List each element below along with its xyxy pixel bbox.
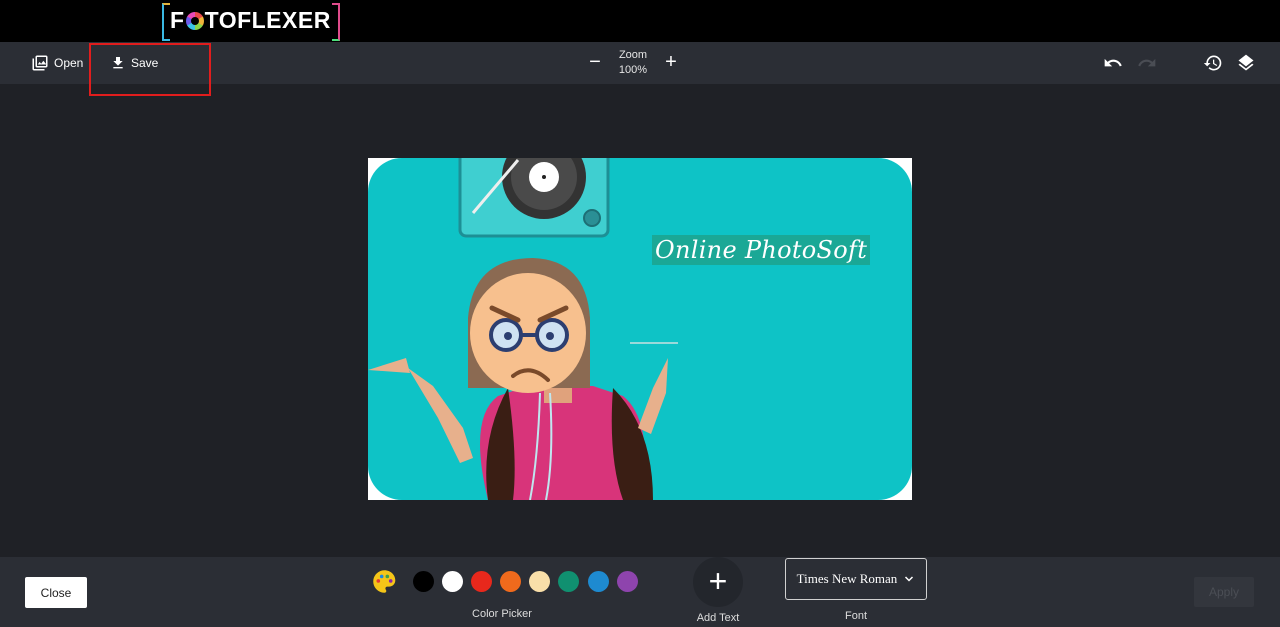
zoom-value: 100% bbox=[618, 64, 648, 76]
redo-icon[interactable] bbox=[1137, 53, 1157, 73]
logo-bracket-right bbox=[332, 3, 340, 41]
color-swatch-orange[interactable] bbox=[500, 571, 521, 592]
save-label: Save bbox=[131, 56, 159, 70]
color-swatch-black[interactable] bbox=[413, 571, 434, 592]
logo-text: F TOFLEXER bbox=[170, 7, 331, 33]
plus-icon: + bbox=[708, 563, 728, 599]
color-swatch-blue[interactable] bbox=[588, 571, 609, 592]
angry-face-sticker bbox=[468, 258, 590, 393]
close-button[interactable]: Close bbox=[25, 577, 87, 608]
download-icon bbox=[113, 57, 123, 69]
undo-icon[interactable] bbox=[1103, 53, 1123, 73]
text-tool-panel: Close Color Picker + Add Text Times New … bbox=[0, 557, 1280, 627]
top-header: F TOFLEXER bbox=[0, 0, 1280, 42]
zoom-label: Zoom bbox=[618, 49, 648, 61]
font-select-value: Times New Roman bbox=[796, 571, 898, 586]
apply-button[interactable]: Apply bbox=[1194, 577, 1254, 607]
editor-toolbar: Open Save − Zoom 100% + bbox=[0, 42, 1280, 84]
add-text-button[interactable]: + bbox=[693, 557, 743, 607]
palette-icon[interactable] bbox=[371, 568, 398, 595]
logo-bracket-left bbox=[162, 3, 170, 41]
image-icon bbox=[32, 55, 48, 71]
color-swatch-white[interactable] bbox=[442, 571, 463, 592]
font-select[interactable]: Times New Roman bbox=[785, 558, 927, 600]
color-picker-label: Color Picker bbox=[472, 608, 532, 620]
layers-icon[interactable] bbox=[1236, 53, 1256, 73]
fotoflexer-logo[interactable]: F TOFLEXER bbox=[162, 3, 340, 41]
color-swatch-purple[interactable] bbox=[617, 571, 638, 592]
zoom-readout: Zoom 100% bbox=[607, 48, 659, 78]
save-button[interactable]: Save bbox=[110, 42, 158, 84]
logo-aperture-icon bbox=[185, 12, 204, 30]
turntable-graphic bbox=[458, 158, 610, 238]
canvas-text-layer[interactable]: Online PhotoSoft bbox=[652, 235, 871, 265]
history-icon[interactable] bbox=[1203, 53, 1223, 73]
add-text-label: Add Text bbox=[696, 612, 740, 624]
open-label: Open bbox=[54, 56, 84, 70]
zoom-control: − Zoom 100% + bbox=[585, 42, 685, 84]
chevron-down-icon bbox=[905, 576, 914, 582]
color-swatch-red[interactable] bbox=[471, 571, 492, 592]
color-swatch-cream[interactable] bbox=[529, 571, 550, 592]
zoom-in-button[interactable]: + bbox=[662, 52, 680, 72]
open-button[interactable]: Open bbox=[31, 42, 83, 84]
font-label: Font bbox=[844, 610, 867, 622]
zoom-out-button[interactable]: − bbox=[586, 52, 604, 72]
color-swatch-green[interactable] bbox=[558, 571, 579, 592]
editor-canvas[interactable] bbox=[368, 158, 912, 500]
canvas-photo bbox=[368, 158, 912, 500]
